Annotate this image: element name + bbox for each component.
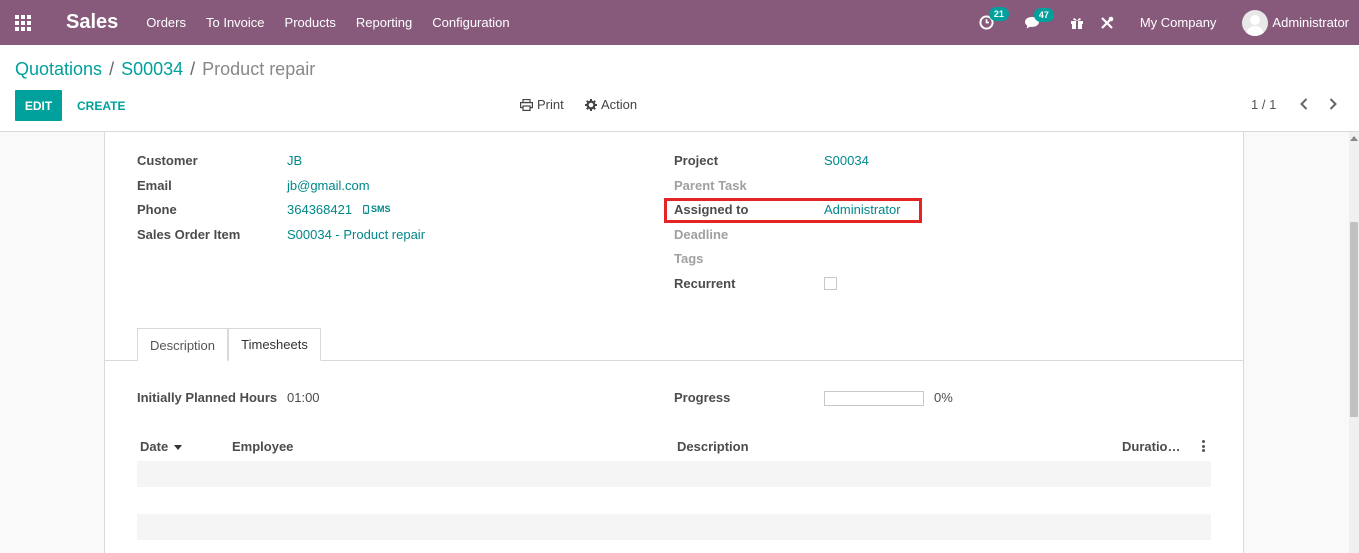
breadcrumb: Quotations / S00034 / Product repair bbox=[15, 59, 315, 80]
column-header-date-label: Date bbox=[140, 439, 169, 454]
progress-value: 0% bbox=[934, 390, 953, 405]
pager-value[interactable]: 1 / 1 bbox=[1251, 97, 1276, 112]
debug-tools-button[interactable] bbox=[1100, 16, 1114, 30]
systray: 21 47 My Company Administrator bbox=[963, 0, 1349, 45]
progress-label: Progress bbox=[674, 390, 731, 405]
tab-timesheets[interactable]: Timesheets bbox=[228, 328, 321, 361]
email-label: Email bbox=[137, 178, 172, 193]
breadcrumb-current: Product repair bbox=[202, 59, 316, 79]
action-label: Action bbox=[601, 97, 638, 112]
scrollbar[interactable] bbox=[1349, 132, 1359, 553]
table-row bbox=[137, 514, 1211, 540]
activity-count-badge: 21 bbox=[988, 7, 1009, 21]
planned-hours-label: Initially Planned Hours bbox=[137, 390, 278, 405]
menu-item-reporting[interactable]: Reporting bbox=[356, 15, 412, 30]
breadcrumb-separator: / bbox=[109, 59, 115, 79]
control-panel: Quotations / S00034 / Product repair EDI… bbox=[0, 45, 1359, 132]
recurrent-label: Recurrent bbox=[674, 276, 736, 291]
tools-icon bbox=[1101, 16, 1114, 29]
gift-button[interactable] bbox=[1070, 16, 1084, 30]
progress-bar bbox=[824, 391, 924, 406]
menu-item-to-invoice[interactable]: To Invoice bbox=[206, 15, 265, 30]
column-header-description[interactable]: Description bbox=[677, 439, 749, 454]
chevron-right-icon bbox=[1329, 98, 1337, 110]
column-header-employee[interactable]: Employee bbox=[232, 439, 293, 454]
messages-button[interactable]: 47 bbox=[1024, 7, 1054, 30]
gear-icon bbox=[585, 98, 597, 111]
pager-previous-button[interactable] bbox=[1299, 97, 1309, 114]
chevron-left-icon bbox=[1300, 98, 1308, 110]
print-button[interactable]: Print bbox=[520, 97, 564, 112]
email-field[interactable]: jb@gmail.com bbox=[287, 178, 370, 193]
mobile-phone-icon bbox=[363, 204, 369, 214]
deadline-label: Deadline bbox=[674, 227, 729, 242]
sort-caret-down-icon bbox=[174, 445, 183, 451]
main-menu: Orders To Invoice Products Reporting Con… bbox=[146, 15, 529, 30]
sales-order-item-label: Sales Order Item bbox=[137, 227, 241, 242]
action-button[interactable]: Action bbox=[585, 97, 637, 112]
breadcrumb-order[interactable]: S00034 bbox=[121, 59, 183, 80]
menu-item-configuration[interactable]: Configuration bbox=[432, 15, 509, 30]
sales-order-item-field[interactable]: S00034 - Product repair bbox=[287, 227, 425, 242]
table-row bbox=[137, 461, 1211, 487]
optional-columns-kebab-icon[interactable] bbox=[1202, 440, 1205, 454]
breadcrumb-separator: / bbox=[190, 59, 196, 79]
recurrent-checkbox[interactable] bbox=[824, 277, 837, 290]
gift-icon bbox=[1070, 17, 1083, 29]
phone-field[interactable]: 364368421 bbox=[287, 202, 352, 217]
create-button[interactable]: CREATE bbox=[77, 90, 125, 121]
phone-label: Phone bbox=[137, 202, 177, 217]
column-header-duration[interactable]: Duratio… bbox=[1122, 439, 1181, 454]
parent-task-label: Parent Task bbox=[674, 178, 747, 193]
tab-description[interactable]: Description bbox=[137, 328, 228, 361]
top-navbar: Sales Orders To Invoice Products Reporti… bbox=[0, 0, 1359, 45]
edit-button[interactable]: EDIT bbox=[15, 90, 62, 121]
column-header-date[interactable]: Date bbox=[140, 439, 183, 454]
print-label: Print bbox=[537, 97, 564, 112]
scrollbar-thumb[interactable] bbox=[1350, 222, 1358, 417]
customer-label: Customer bbox=[137, 153, 198, 168]
avatar bbox=[1242, 9, 1269, 36]
planned-hours-value[interactable]: 01:00 bbox=[287, 390, 320, 405]
activity-button[interactable]: 21 bbox=[979, 7, 1009, 30]
pager-next-button[interactable] bbox=[1328, 97, 1338, 114]
app-title[interactable]: Sales bbox=[66, 11, 118, 34]
project-field[interactable]: S00034 bbox=[824, 153, 869, 168]
menu-item-products[interactable]: Products bbox=[285, 15, 336, 30]
customer-field[interactable]: JB bbox=[287, 153, 302, 168]
scroll-up-arrow-icon[interactable] bbox=[1350, 136, 1358, 141]
assigned-to-label: Assigned to bbox=[674, 202, 749, 217]
user-menu[interactable]: Administrator bbox=[1242, 9, 1349, 36]
apps-menu-icon[interactable] bbox=[0, 0, 46, 45]
assigned-to-field[interactable]: Administrator bbox=[824, 202, 901, 217]
messages-count-badge: 47 bbox=[1033, 7, 1054, 22]
company-switcher[interactable]: My Company bbox=[1140, 15, 1217, 30]
project-label: Project bbox=[674, 153, 719, 168]
sms-button[interactable]: SMS bbox=[363, 204, 391, 214]
menu-item-orders[interactable]: Orders bbox=[146, 15, 186, 30]
print-icon bbox=[520, 98, 533, 111]
sms-label: SMS bbox=[371, 204, 391, 214]
user-name: Administrator bbox=[1272, 15, 1349, 30]
tags-label: Tags bbox=[674, 251, 704, 266]
breadcrumb-quotations[interactable]: Quotations bbox=[15, 59, 102, 80]
